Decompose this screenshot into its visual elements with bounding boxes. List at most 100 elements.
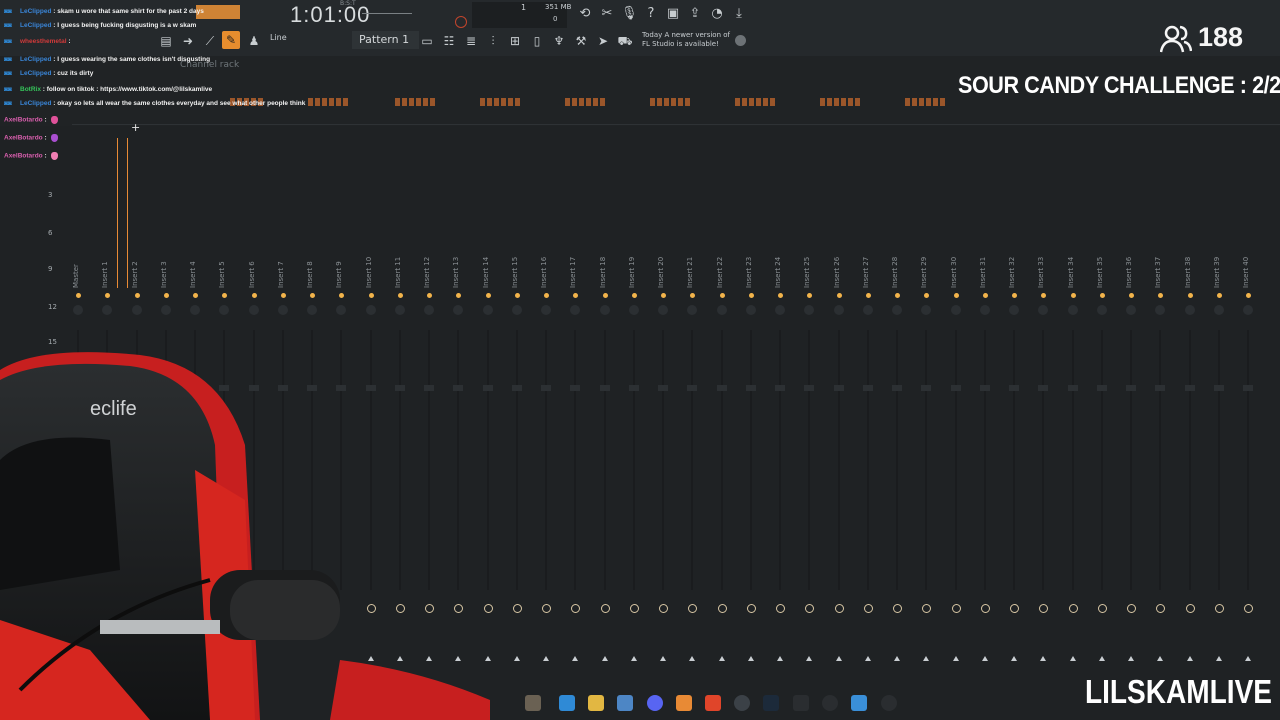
track-enable-led[interactable] bbox=[251, 293, 257, 298]
help-icon[interactable]: ? bbox=[643, 6, 659, 22]
volume-fader-track[interactable] bbox=[1247, 330, 1249, 590]
chat-username[interactable]: wheesthemetal bbox=[20, 38, 67, 45]
volume-fader-handle[interactable] bbox=[1096, 385, 1107, 391]
mixer-track-name[interactable]: Insert 27 bbox=[862, 257, 870, 288]
chat-icon[interactable]: ◔ bbox=[709, 6, 725, 22]
track-enable-led[interactable] bbox=[280, 293, 286, 298]
pan-knob[interactable] bbox=[570, 305, 581, 315]
record-icon[interactable] bbox=[455, 16, 467, 28]
volume-fader-track[interactable] bbox=[632, 330, 635, 590]
track-enable-led[interactable] bbox=[661, 293, 666, 298]
chat-username[interactable]: LeClipped bbox=[20, 100, 51, 107]
send-knob[interactable] bbox=[1127, 604, 1136, 613]
route-arrow-icon[interactable] bbox=[923, 656, 930, 661]
playlist-icon[interactable]: ▭ bbox=[419, 33, 435, 49]
mixer-track-name[interactable]: Insert 19 bbox=[628, 257, 636, 288]
steam-icon[interactable] bbox=[763, 695, 779, 711]
mixer-track-name[interactable]: Insert 33 bbox=[1037, 257, 1045, 288]
keyboard-icon[interactable]: ▤ bbox=[158, 33, 174, 49]
mixer-track-name[interactable]: Insert 30 bbox=[950, 257, 958, 288]
pan-knob[interactable] bbox=[248, 305, 259, 315]
chat-username[interactable]: LeClipped bbox=[20, 8, 51, 15]
pan-knob[interactable] bbox=[482, 305, 493, 315]
chat-username[interactable]: BotRix bbox=[20, 86, 41, 93]
copilot-icon[interactable] bbox=[559, 695, 575, 711]
route-arrow-icon[interactable] bbox=[1040, 656, 1047, 661]
plugin-icon[interactable]: ♆ bbox=[551, 33, 567, 49]
mixer-track-name[interactable]: Insert 6 bbox=[248, 261, 256, 288]
route-arrow-icon[interactable] bbox=[1128, 656, 1134, 661]
track-enable-led[interactable] bbox=[865, 293, 871, 298]
pan-knob[interactable] bbox=[1067, 305, 1078, 315]
pan-knob[interactable] bbox=[190, 305, 200, 315]
discord-icon[interactable] bbox=[647, 695, 663, 711]
volume-fader-track[interactable] bbox=[545, 330, 547, 590]
volume-fader-handle[interactable] bbox=[511, 385, 522, 391]
track-enable-led[interactable] bbox=[836, 293, 842, 298]
track-enable-led[interactable] bbox=[1246, 293, 1251, 298]
route-arrow-icon[interactable] bbox=[660, 656, 666, 661]
volume-fader-track[interactable] bbox=[515, 330, 518, 590]
export-icon[interactable]: ⇪ bbox=[687, 6, 703, 22]
send-knob[interactable] bbox=[893, 604, 902, 613]
route-arrow-icon[interactable] bbox=[601, 656, 608, 661]
volume-fader-track[interactable] bbox=[954, 330, 957, 590]
track-enable-led[interactable] bbox=[368, 293, 374, 298]
track-enable-led[interactable] bbox=[339, 293, 345, 298]
chat-username[interactable]: LeClipped bbox=[20, 70, 51, 77]
chat-username[interactable]: LeClipped bbox=[20, 56, 51, 63]
track-enable-led[interactable] bbox=[602, 293, 608, 298]
track-enable-led[interactable] bbox=[690, 293, 696, 298]
volume-fader-track[interactable] bbox=[691, 330, 694, 590]
pan-knob[interactable] bbox=[921, 305, 932, 315]
track-enable-led[interactable] bbox=[397, 293, 403, 298]
pan-knob[interactable] bbox=[775, 305, 785, 315]
news-panel[interactable]: Today A newer version of FL Studio is av… bbox=[642, 31, 732, 49]
stamp-icon[interactable]: ♟ bbox=[246, 33, 262, 49]
send-knob[interactable] bbox=[1097, 604, 1107, 613]
mixer-track-name[interactable]: Insert 40 bbox=[1242, 257, 1250, 288]
send-knob[interactable] bbox=[1244, 604, 1253, 613]
send-knob[interactable] bbox=[1185, 604, 1195, 613]
microphone-icon[interactable]: 🎙 bbox=[621, 6, 638, 22]
send-knob[interactable] bbox=[600, 604, 610, 613]
route-arrow-icon[interactable] bbox=[543, 656, 549, 661]
route-arrow-icon[interactable] bbox=[1098, 656, 1105, 661]
track-enable-led[interactable] bbox=[1187, 293, 1193, 298]
mixer-track-name[interactable]: Insert 13 bbox=[452, 257, 460, 288]
pan-knob[interactable] bbox=[73, 305, 83, 315]
send-knob[interactable] bbox=[834, 604, 844, 613]
media-player-icon[interactable] bbox=[881, 695, 897, 711]
pan-knob[interactable] bbox=[365, 305, 376, 315]
pan-knob[interactable] bbox=[1213, 305, 1224, 315]
mixer-track-name[interactable]: Master bbox=[72, 264, 80, 288]
track-enable-led[interactable] bbox=[719, 293, 725, 298]
mixer-track-name[interactable]: Insert 23 bbox=[745, 257, 753, 288]
volume-fader-handle[interactable] bbox=[541, 385, 551, 391]
cart-icon[interactable]: ⛟ bbox=[617, 33, 633, 49]
track-enable-led[interactable] bbox=[982, 293, 988, 298]
cut-tools-icon[interactable]: ✂ bbox=[599, 6, 615, 22]
brave-icon[interactable] bbox=[705, 695, 721, 711]
pan-knob[interactable] bbox=[1038, 305, 1049, 315]
volume-fader-track[interactable] bbox=[1217, 330, 1220, 590]
track-enable-led[interactable] bbox=[1129, 293, 1134, 298]
send-knob[interactable] bbox=[776, 604, 785, 613]
browser-icon[interactable]: ⊞ bbox=[507, 33, 523, 49]
mixer-track-name[interactable]: Insert 18 bbox=[599, 257, 607, 288]
volume-fader-handle[interactable] bbox=[599, 385, 610, 391]
track-enable-led[interactable] bbox=[807, 293, 813, 298]
pan-knob[interactable] bbox=[716, 305, 727, 315]
send-knob[interactable] bbox=[1156, 604, 1166, 613]
track-enable-led[interactable] bbox=[953, 293, 959, 298]
route-arrow-icon[interactable] bbox=[806, 656, 813, 661]
volume-fader-handle[interactable] bbox=[570, 385, 581, 391]
volume-fader-handle[interactable] bbox=[1067, 385, 1078, 391]
mixer-track-name[interactable]: Insert 10 bbox=[365, 257, 373, 288]
track-enable-led[interactable] bbox=[1070, 293, 1076, 298]
pan-knob[interactable] bbox=[1096, 305, 1107, 315]
send-knob[interactable] bbox=[1068, 604, 1078, 613]
send-knob[interactable] bbox=[746, 604, 756, 613]
send-knob[interactable] bbox=[805, 604, 815, 613]
volume-fader-track[interactable] bbox=[1042, 330, 1045, 590]
